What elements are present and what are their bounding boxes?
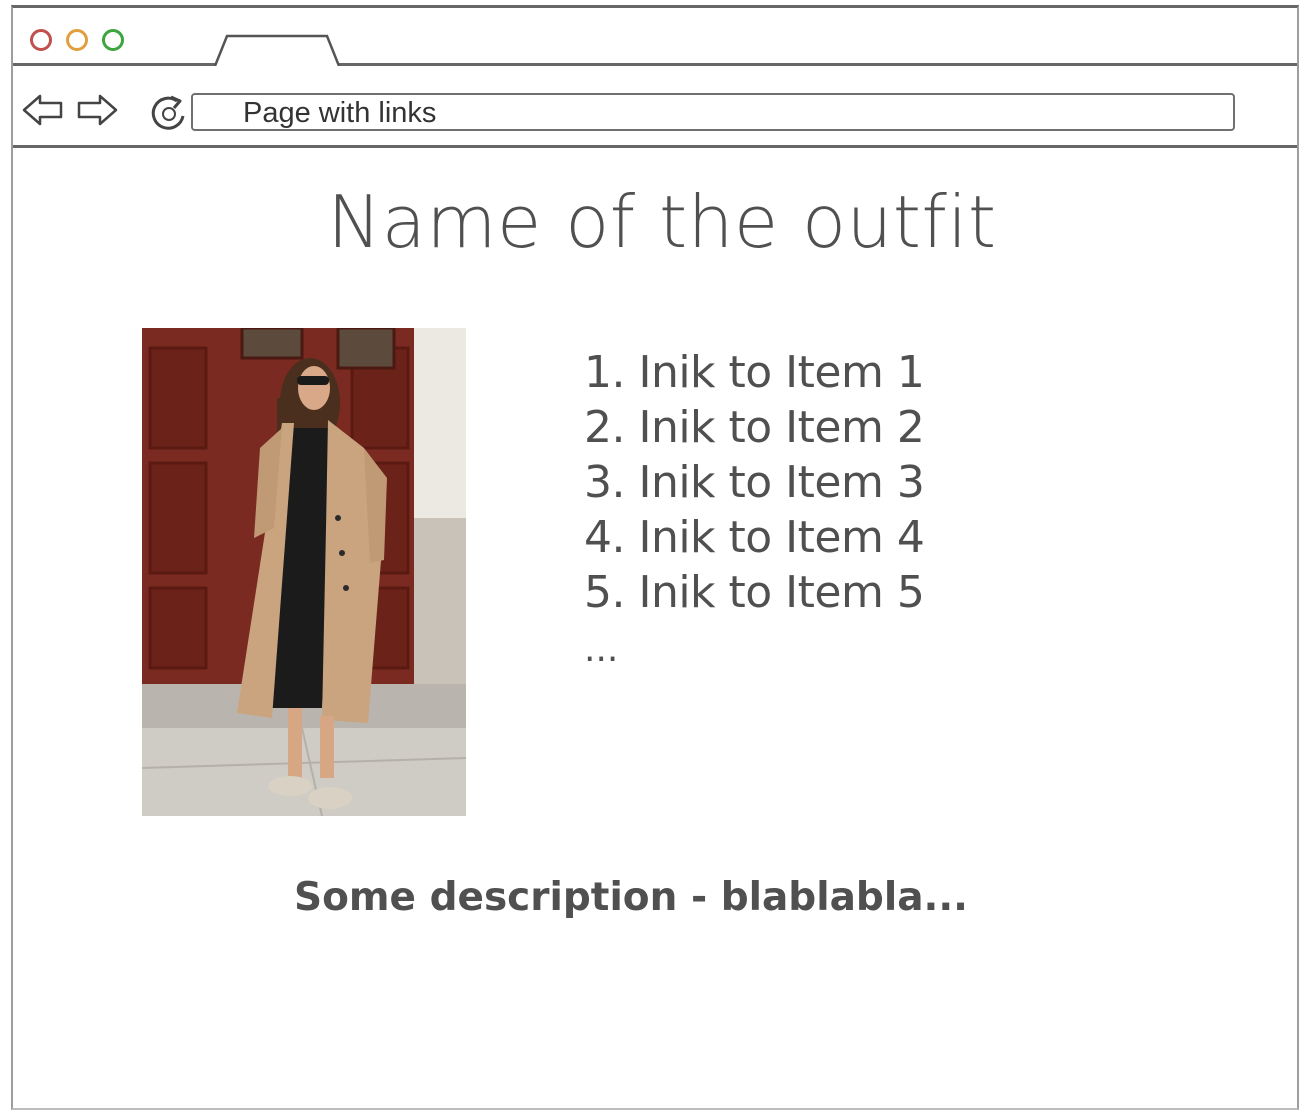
more-items-ellipsis: ... [584, 629, 619, 670]
list-item: 2. Inik to Item 2 [584, 400, 925, 455]
address-bar[interactable]: Page with links [191, 93, 1235, 131]
outfit-photo [142, 328, 466, 816]
item-link-3[interactable]: 3. Inik to Item 3 [584, 457, 925, 508]
outfit-title-text: Name of the outfit [327, 180, 997, 264]
item-link-2[interactable]: 2. Inik to Item 2 [584, 402, 925, 453]
item-links-list: 1. Inik to Item 1 2. Inik to Item 2 3. I… [584, 345, 925, 620]
reload-icon[interactable] [147, 92, 191, 136]
page: Page with links Name of the outfit 1. In… [0, 0, 1312, 1120]
address-bar-text: Page with links [243, 97, 437, 129]
back-arrow-icon[interactable] [21, 92, 65, 128]
list-item: 5. Inik to Item 5 [584, 565, 925, 620]
navigation-bar: Page with links [13, 66, 1297, 148]
outfit-description: Some description - blablabla... [294, 875, 968, 920]
outfit-title: Name of the outfit [0, 172, 1312, 272]
item-link-5[interactable]: 5. Inik to Item 5 [584, 567, 925, 618]
minimize-window-button[interactable] [66, 29, 88, 51]
list-item: 4. Inik to Item 4 [584, 510, 925, 565]
item-link-1[interactable]: 1. Inik to Item 1 [584, 347, 925, 398]
browser-tab[interactable] [213, 33, 341, 66]
item-link-4[interactable]: 4. Inik to Item 4 [584, 512, 925, 563]
close-window-button[interactable] [30, 29, 52, 51]
maximize-window-button[interactable] [102, 29, 124, 51]
forward-arrow-icon[interactable] [75, 92, 119, 128]
list-item: 1. Inik to Item 1 [584, 345, 925, 400]
title-bar [13, 8, 1297, 66]
list-item: 3. Inik to Item 3 [584, 455, 925, 510]
